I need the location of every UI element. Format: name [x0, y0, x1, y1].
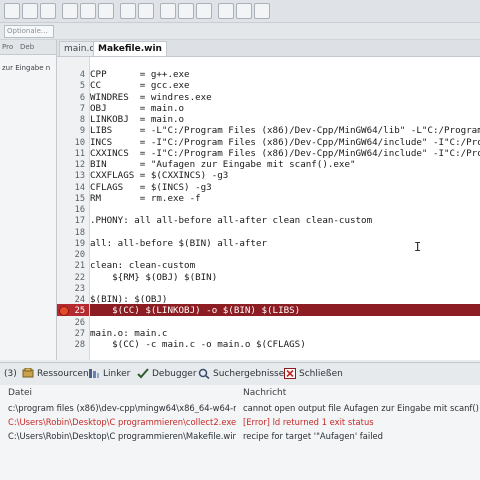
toolbar-button[interactable] [62, 3, 78, 19]
line-number: 13 [74, 171, 85, 182]
tab-resources-label: Ressourcen [37, 369, 89, 379]
project-field[interactable]: Optionale... [4, 25, 54, 38]
code-line[interactable]: CC = gcc.exe [90, 80, 190, 92]
line-number: 10 [74, 137, 85, 148]
toolbar-button[interactable] [254, 3, 270, 19]
code-line[interactable]: INCS = -I"C:/Program Files (x86)/Dev-Cpp… [90, 137, 480, 149]
toolbar-button[interactable] [196, 3, 212, 19]
line-number: 23 [74, 283, 85, 294]
code-line[interactable]: main.o: main.c [90, 328, 167, 340]
close-icon [284, 368, 296, 379]
tab-debug[interactable]: Deb [20, 43, 34, 51]
line-number: 11 [74, 148, 85, 159]
column-header-file[interactable]: Datei [8, 388, 32, 398]
code-line[interactable]: OBJ = main.o [90, 103, 184, 115]
line-number: 19 [74, 238, 85, 249]
message-text-cell[interactable]: cannot open output file Aufagen zur Eing… [243, 403, 479, 413]
line-number: 6 [79, 92, 85, 103]
toolbar-button[interactable] [80, 3, 96, 19]
search-icon [198, 368, 210, 380]
messages-count: (3) [4, 369, 17, 379]
code-line[interactable]: CXXINCS = -I"C:/Program Files (x86)/Dev-… [90, 148, 480, 160]
code-line[interactable]: .PHONY: all all-before all-after clean c… [90, 215, 372, 227]
line-number: 4 [79, 70, 85, 80]
line-number: 22 [74, 272, 85, 283]
toolbar-button[interactable] [22, 3, 38, 19]
toolbar-button[interactable] [138, 3, 154, 19]
message-file-cell[interactable]: C:\Users\Robin\Desktop\C programmieren\c… [8, 417, 236, 427]
tab-search-results[interactable]: Suchergebnisse [198, 367, 284, 381]
toolbar-button[interactable] [178, 3, 194, 19]
message-text-cell[interactable]: [Error] ld returned 1 exit status [243, 417, 479, 427]
toolbar-button[interactable] [236, 3, 252, 19]
bottom-tab-bar: (3) Ressourcen Linker Debugger Suchergeb… [0, 362, 480, 386]
project-tree-item[interactable]: zur Eingabe n [2, 64, 54, 72]
line-number: 14 [74, 182, 85, 193]
code-line[interactable]: $(CC) $(LINKOBJ) -o $(BIN) $(LIBS) [90, 305, 300, 317]
line-number: 7 [79, 103, 85, 114]
line-number: 26 [74, 317, 85, 328]
text-cursor-icon: I [414, 240, 422, 254]
line-number: 16 [74, 205, 85, 215]
message-file-cell[interactable]: C:\Users\Robin\Desktop\C programmieren\M… [8, 431, 236, 441]
toolbar-button[interactable] [160, 3, 176, 19]
line-number: 25 [74, 306, 85, 317]
code-line[interactable]: WINDRES = windres.exe [90, 92, 212, 104]
toolbar-button[interactable] [98, 3, 114, 19]
message-text-cell[interactable]: recipe for target '"Aufagen' failed [243, 431, 479, 441]
project-panel: Pro Deb zur Eingabe n [0, 40, 57, 360]
code-line[interactable]: $(CC) -c main.c -o main.o $(CFLAGS) [90, 339, 306, 351]
code-line[interactable]: CXXFLAGS = $(CXXINCS) -g3 [90, 170, 228, 182]
line-number: 12 [74, 160, 85, 170]
line-number: 15 [74, 193, 85, 204]
code-line[interactable]: all: all-before $(BIN) all-after [90, 238, 267, 250]
line-number: 5 [79, 81, 85, 92]
tab-linker[interactable]: Linker [88, 367, 130, 381]
line-number: 27 [74, 328, 85, 339]
project-panel-tabs: Pro Deb [0, 40, 56, 55]
tab-linker-label: Linker [103, 369, 131, 379]
code-line[interactable]: CFLAGS = $(INCS) -g3 [90, 182, 212, 194]
check-icon [137, 368, 149, 379]
code-line[interactable]: CPP = g++.exe [90, 69, 190, 81]
toolbar-button[interactable] [4, 3, 20, 19]
code-editor[interactable]: CPP = g++.exe CC = gcc.exe WINDRES = windr… [90, 57, 480, 360]
resources-icon [22, 367, 34, 379]
code-line[interactable]: BIN = "Aufagen zur Eingabe mit scanf().e… [90, 159, 356, 171]
toolbar-button[interactable] [218, 3, 234, 19]
close-panel-button[interactable]: Schließen [284, 367, 343, 381]
toolbar-button[interactable] [120, 3, 136, 19]
linker-icon [88, 368, 100, 379]
tab-project[interactable]: Pro [2, 43, 13, 51]
code-line[interactable]: LINKOBJ = main.o [90, 114, 184, 126]
line-number: 18 [74, 227, 85, 238]
code-line[interactable]: RM = rm.exe -f [90, 193, 201, 205]
tab-debugger[interactable]: Debugger [137, 367, 197, 381]
compiler-messages-panel: Datei Nachricht c:\program files (x86)\d… [0, 385, 480, 480]
code-line[interactable]: clean: clean-custom [90, 260, 195, 272]
tab-makefile-win[interactable]: Makefile.win [93, 41, 167, 56]
line-number: 28 [74, 340, 85, 350]
line-number: 8 [79, 115, 85, 125]
tab-resources[interactable]: Ressourcen [22, 367, 89, 381]
column-header-message[interactable]: Nachricht [243, 388, 286, 398]
line-number: 17 [74, 216, 85, 227]
toolbar-button[interactable] [40, 3, 56, 19]
line-number: 21 [74, 261, 85, 272]
message-file-cell[interactable]: c:\program files (x86)\dev-cpp\mingw64\x… [8, 403, 236, 413]
code-line[interactable]: ${RM} $(OBJ) $(BIN) [90, 272, 217, 284]
secondary-toolbar: Optionale... [0, 23, 480, 40]
tab-debugger-label: Debugger [152, 369, 197, 379]
close-panel-label: Schließen [299, 369, 343, 379]
editor-tab-bar: main.c Makefile.win [57, 40, 480, 57]
code-line[interactable]: LIBS = -L"C:/Program Files (x86)/Dev-Cpp… [90, 125, 480, 137]
line-number: 20 [74, 250, 85, 260]
line-number: 9 [79, 126, 85, 137]
main-toolbar [0, 0, 480, 23]
line-number-gutter: 4 5 6 7 8 9 10 11 12 13 14 15 16 17 18 19 20 21 22 23 24 25 26… [57, 57, 90, 360]
tab-search-results-label: Suchergebnisse [213, 369, 285, 379]
